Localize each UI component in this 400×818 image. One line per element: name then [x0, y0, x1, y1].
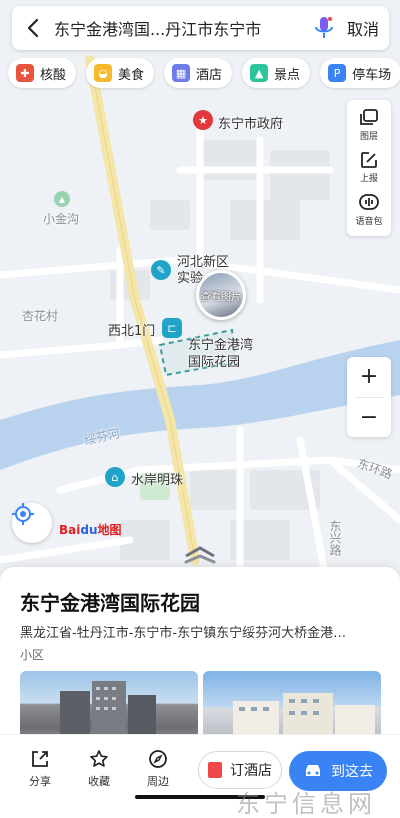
scenery-icon: ▲ [250, 64, 269, 82]
mountain-icon: ▲ [54, 191, 70, 207]
report-label: 上报 [359, 174, 378, 185]
star-icon [90, 750, 108, 767]
microphone-icon [314, 17, 333, 38]
chip-food[interactable]: ◒ 美食 [86, 58, 155, 88]
cancel-button[interactable]: 取消 [347, 16, 379, 40]
map-tools-panel: 图层 上报 语音包 [347, 100, 391, 236]
map-label-road-dongxing: 东兴路 [328, 520, 342, 556]
chip-label: 景点 [274, 67, 301, 83]
place-address: 黑龙江省-牡丹江市-东宁市-东宁镇东宁绥芬河大桥金港… [20, 626, 347, 641]
map-label-hotel[interactable]: 水岸明珠 [131, 469, 183, 488]
share-label: 分享 [29, 775, 51, 788]
car-icon [306, 765, 320, 776]
chip-parking[interactable]: P 停车场 [320, 58, 400, 88]
map-label-village[interactable]: 杏花村 [22, 307, 58, 324]
map-label-gov[interactable]: 东宁市政府 [218, 113, 283, 132]
category-chips: ✚ 核酸 ◒ 美食 ▦ 酒店 ▲ 景点 P 停车场 [8, 58, 400, 88]
edit-icon [361, 152, 377, 169]
logo-suffix: 地图 [97, 523, 122, 537]
favorite-button[interactable]: 收藏 [79, 749, 119, 789]
hotel-booking-icon [208, 762, 222, 778]
drag-handle-icon[interactable] [184, 554, 216, 564]
favorite-label: 收藏 [88, 775, 110, 788]
target-name-line2: 国际花园 [188, 355, 241, 370]
chip-swab[interactable]: ✚ 核酸 [8, 58, 77, 88]
food-icon: ◒ [94, 64, 113, 82]
chip-scenery[interactable]: ▲ 景点 [242, 58, 311, 88]
chevron-left-icon [27, 18, 39, 38]
baidu-map-logo: Bai du 地图 [59, 521, 122, 538]
chip-label: 美食 [118, 67, 145, 83]
layers-button[interactable]: 图层 [359, 108, 379, 142]
residence-icon[interactable]: ⌂ [105, 467, 125, 487]
voice-pack-label: 语音包 [355, 217, 383, 228]
search-query[interactable]: 东宁金港湾国...丹江市东宁市 [54, 16, 301, 40]
chip-label: 停车场 [352, 67, 392, 83]
share-icon [32, 751, 48, 767]
chip-hotel[interactable]: ▦ 酒店 [164, 58, 233, 88]
place-category: 小区 [20, 648, 45, 662]
nearby-label: 周边 [147, 775, 169, 788]
map-label-gate[interactable]: 西北1门 [108, 320, 155, 339]
zoom-in-button[interactable]: + [347, 357, 391, 397]
parking-icon: P [328, 64, 347, 82]
target-name-line1: 东宁金港湾 [188, 338, 254, 353]
share-button[interactable]: 分享 [20, 749, 60, 789]
hotel-icon: ▦ [172, 64, 191, 82]
book-hotel-label: 订酒店 [230, 763, 272, 779]
voice-pack-icon [359, 194, 379, 211]
search-bar[interactable]: 东宁金港湾国...丹江市东宁市 取消 [12, 6, 389, 50]
report-button[interactable]: 上报 [360, 151, 378, 184]
map-canvas[interactable]: ★ 东宁市政府 ▲ 小金沟 杏花村 ✎ 河北新区 实验 西北1门 ⊏ 查看图片 … [0, 0, 400, 600]
gate-icon: ⊏ [162, 318, 182, 338]
chip-label: 核酸 [40, 67, 67, 83]
voice-search-button[interactable] [313, 15, 335, 41]
nearby-button[interactable]: 周边 [138, 749, 178, 789]
zoom-out-button[interactable]: − [347, 398, 391, 438]
school-name-line1: 河北新区 [177, 255, 230, 270]
go-here-label: 到这去 [331, 764, 373, 780]
layers-label: 图层 [359, 131, 378, 142]
view-photos-bubble[interactable]: 查看图片 [196, 270, 246, 320]
zoom-control: + − [347, 357, 391, 437]
government-pin-icon[interactable]: ★ [193, 110, 213, 130]
voice-pack-button[interactable]: 语音包 [355, 194, 383, 228]
map-label-target[interactable]: 东宁金港湾 国际花园 [188, 337, 253, 371]
swab-icon: ✚ [16, 64, 34, 82]
school-icon[interactable]: ✎ [151, 260, 171, 280]
map-label-mountain[interactable]: 小金沟 [43, 210, 79, 227]
site-watermark: 东宁信息网 [236, 790, 376, 818]
logo-du: du [80, 522, 98, 537]
logo-bai: Bai [59, 522, 81, 537]
compass-icon [149, 750, 167, 768]
place-title: 东宁金港湾国际花园 [20, 591, 200, 615]
layers-icon [360, 108, 378, 125]
chip-label: 酒店 [196, 67, 223, 83]
locate-me-button[interactable] [12, 503, 52, 543]
view-photos-label: 查看图片 [201, 291, 241, 303]
crosshair-icon [12, 503, 34, 525]
back-button[interactable] [22, 17, 44, 39]
